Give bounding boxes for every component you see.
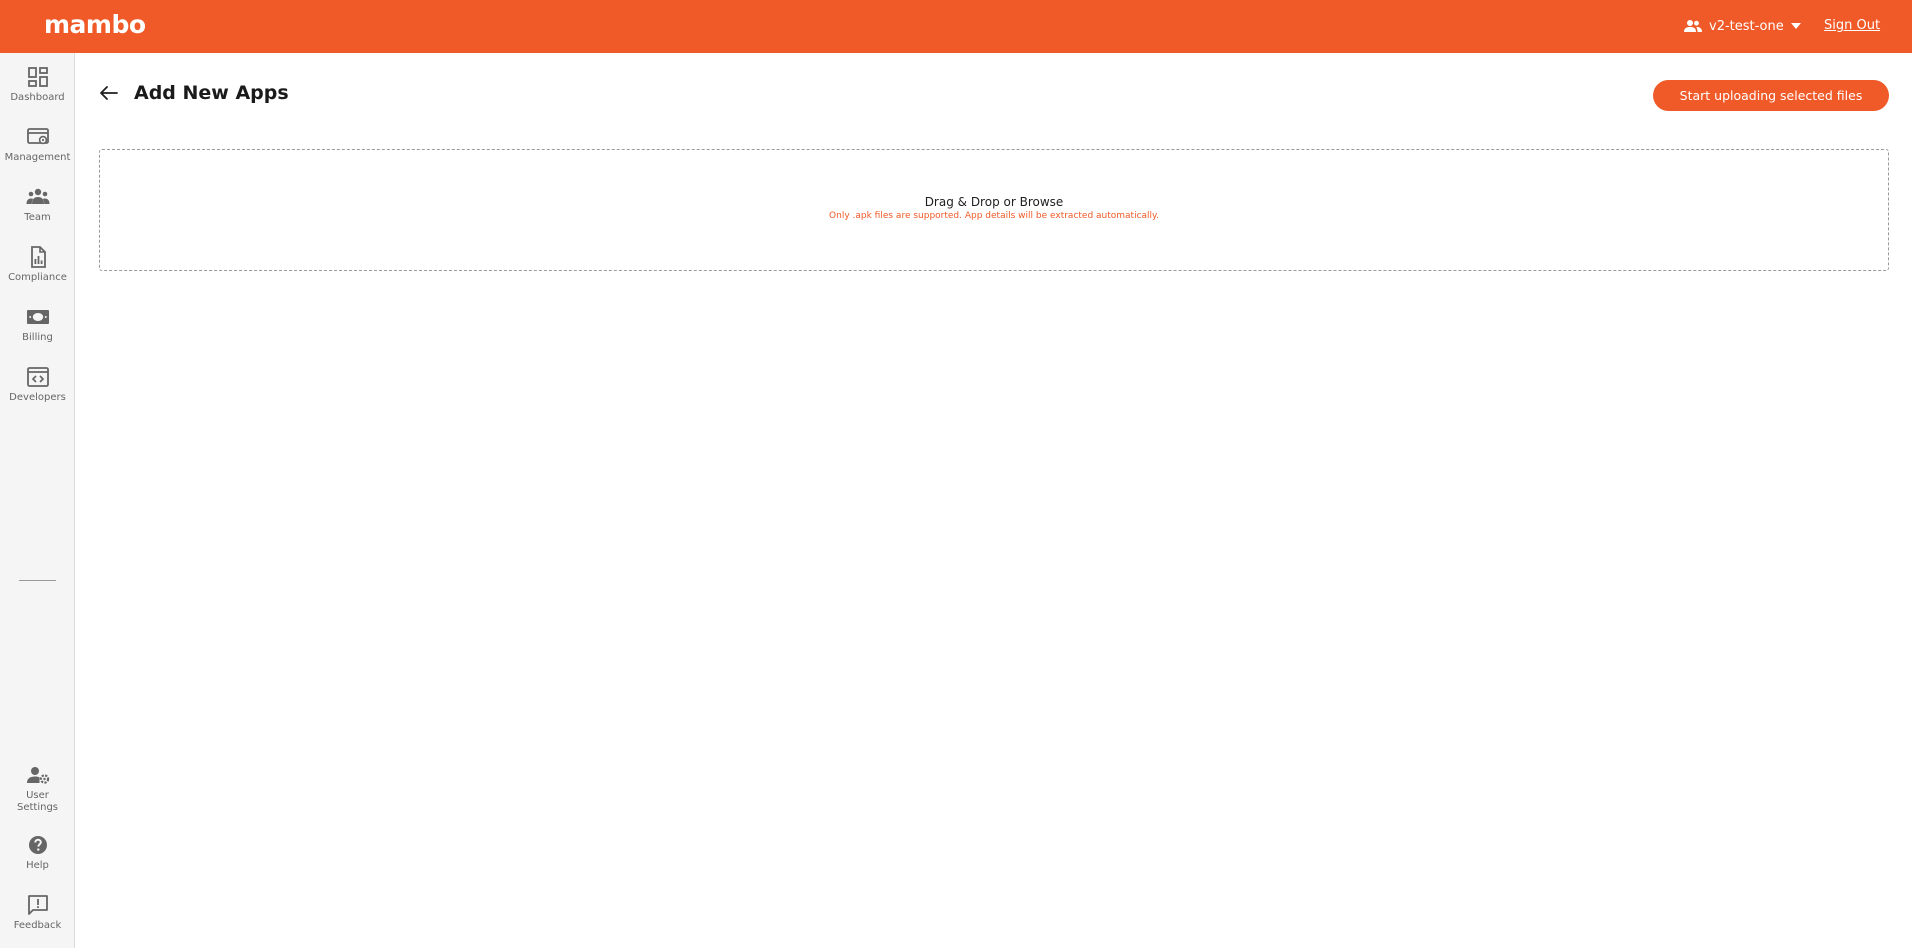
sidebar-item-team[interactable]: Team bbox=[0, 185, 75, 224]
sidebar-item-feedback[interactable]: Feedback bbox=[0, 893, 75, 932]
dashboard-icon bbox=[27, 67, 48, 87]
sidebar-item-label: Developers bbox=[9, 392, 66, 403]
sidebar-item-compliance[interactable]: Compliance bbox=[0, 245, 75, 284]
main-content: Add New Apps Start uploading selected fi… bbox=[76, 53, 1912, 948]
file-dropzone[interactable]: Drag & Drop or Browse Only .apk files ar… bbox=[99, 149, 1889, 271]
sidebar-item-dashboard[interactable]: Dashboard bbox=[0, 65, 75, 104]
sidebar-item-user-settings[interactable]: User Settings bbox=[0, 763, 75, 814]
sidebar-item-label: Feedback bbox=[13, 920, 62, 931]
sidebar-item-management[interactable]: Management bbox=[0, 125, 75, 164]
sidebar-item-developers[interactable]: Developers bbox=[0, 365, 75, 404]
feedback-icon bbox=[27, 895, 48, 915]
team-icon bbox=[26, 188, 49, 204]
sidebar-item-help[interactable]: Help bbox=[0, 833, 75, 872]
compliance-icon bbox=[30, 246, 46, 268]
mambo-logo[interactable]: mambo bbox=[44, 9, 146, 41]
start-upload-button[interactable]: Start uploading selected files bbox=[1653, 80, 1889, 111]
account-name: v2-test-one bbox=[1709, 18, 1784, 34]
chevron-down-icon bbox=[1790, 23, 1801, 29]
sidebar: Dashboard Management Team Compliance Bil… bbox=[0, 53, 75, 948]
dropzone-title: Drag & Drop or Browse bbox=[924, 195, 1064, 209]
sidebar-item-label: Dashboard bbox=[10, 92, 65, 103]
billing-icon bbox=[26, 310, 49, 324]
back-arrow-icon[interactable] bbox=[97, 81, 121, 105]
user-settings-icon bbox=[26, 767, 49, 784]
sidebar-item-label: Team bbox=[24, 212, 51, 223]
top-bar: mambo v2-test-one Sign Out bbox=[0, 0, 1912, 53]
sidebar-item-label: Management bbox=[4, 152, 71, 163]
management-icon bbox=[26, 128, 49, 145]
sign-out-link[interactable]: Sign Out bbox=[1824, 17, 1880, 35]
account-group-icon bbox=[1684, 20, 1702, 32]
sidebar-item-label: Billing bbox=[22, 332, 53, 343]
sidebar-item-label: User Settings bbox=[16, 790, 58, 813]
sidebar-divider bbox=[19, 580, 56, 581]
account-switcher[interactable]: v2-test-one bbox=[1684, 14, 1801, 38]
sidebar-item-billing[interactable]: Billing bbox=[0, 305, 75, 344]
dropzone-hint: Only .apk files are supported. App detai… bbox=[829, 211, 1159, 221]
developers-icon bbox=[26, 367, 49, 387]
sidebar-item-label: Compliance bbox=[8, 272, 67, 283]
sidebar-item-label: Help bbox=[26, 860, 49, 871]
page-title: Add New Apps bbox=[134, 82, 289, 104]
help-icon bbox=[28, 836, 47, 854]
